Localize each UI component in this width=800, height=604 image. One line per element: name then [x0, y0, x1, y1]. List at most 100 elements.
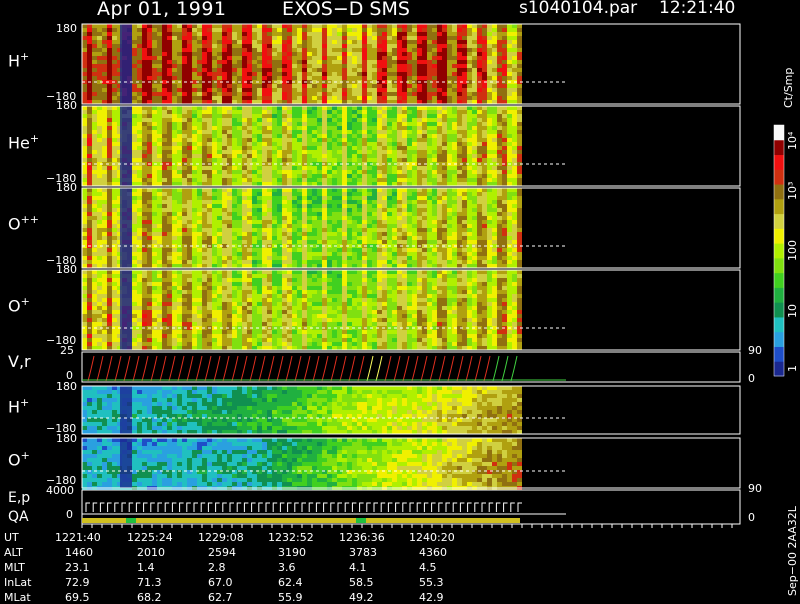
panel-2-cell [192, 182, 197, 186]
panel-3-cell [337, 200, 342, 204]
panel-1-cell [237, 84, 242, 88]
panel-2-cell [182, 150, 187, 154]
panel-2-cell [442, 142, 447, 146]
panel-2-cell [352, 142, 357, 146]
panel-3-cell [377, 204, 382, 208]
panel-2-cell [487, 166, 492, 170]
panel-2-cell [357, 134, 362, 138]
panel-2-cell [407, 178, 412, 182]
panel-2-cell [442, 146, 447, 150]
panel-1-cell [502, 60, 507, 64]
panel-3-cell [92, 240, 97, 244]
panel-3-cell [187, 192, 192, 196]
panel-2-cell [222, 166, 227, 170]
panel-2-cell [492, 130, 497, 134]
panel-3-cell [187, 220, 192, 224]
panel-2-cell [162, 182, 167, 186]
panel-2-cell [222, 130, 227, 134]
panel-1-cell [517, 32, 522, 36]
panel-1-cell [302, 44, 307, 48]
panel-3-cell [262, 232, 267, 236]
panel-3-cell [112, 208, 117, 212]
panel-2-cell [137, 170, 142, 174]
panel-3-cell [337, 224, 342, 228]
panel-3-cell [162, 200, 167, 204]
panel-3-cell [357, 236, 362, 240]
panel-1-cell [137, 52, 142, 56]
panel-2-cell [192, 158, 197, 162]
panel-3-cell [192, 196, 197, 200]
panel-2-cell [422, 126, 427, 130]
panel-2-cell [167, 142, 172, 146]
panel-1-cell [162, 56, 167, 60]
panel-1-cell [192, 92, 197, 96]
panel-2-cell [242, 142, 247, 146]
panel-2-cell [402, 142, 407, 146]
panel-2-cell [267, 150, 272, 154]
panel-2-cell [322, 166, 327, 170]
panel-1-cell [507, 52, 512, 56]
panel-1-cell [412, 76, 417, 80]
panel-3-cell [252, 256, 257, 260]
panel-1-cell [412, 24, 417, 28]
panel-3-cell [277, 236, 282, 240]
panel-1-cell [402, 76, 407, 80]
panel-1-cell [322, 56, 327, 60]
panel-2-cell [392, 166, 397, 170]
panel-2-cell [247, 170, 252, 174]
panel-1-cell [252, 64, 257, 68]
panel-3-cell [102, 196, 107, 200]
panel-1-cell [102, 92, 107, 96]
panel-1-cell [227, 32, 232, 36]
panel-2-cell [347, 126, 352, 130]
panel-1-cell [392, 76, 397, 80]
panel-2-cell [322, 146, 327, 150]
panel-1-cell [82, 28, 87, 32]
panel-2-cell [187, 158, 192, 162]
panel-1-cell [302, 36, 307, 40]
panel-1-cell [202, 64, 207, 68]
panel-2-cell [422, 134, 427, 138]
panel-1-cell [442, 48, 447, 52]
panel-2-cell [492, 126, 497, 130]
panel-2-cell [142, 166, 147, 170]
panel-2-cell [132, 154, 137, 158]
panel-1-cell [462, 36, 467, 40]
panel-2-cell [92, 138, 97, 142]
panel-3-cell [442, 252, 447, 256]
panel-3-cell [212, 224, 217, 228]
panel-2-cell [302, 158, 307, 162]
panel-3-cell [172, 260, 177, 264]
panel-1-cell [112, 64, 117, 68]
panel-3-cell [372, 248, 377, 252]
panel-3-cell [142, 252, 147, 256]
panel-3-cell [152, 208, 157, 212]
panel-1-cell [217, 92, 222, 96]
panel-1-cell [287, 68, 292, 72]
panel-2-cell [197, 154, 202, 158]
panel-2-cell [367, 146, 372, 150]
panel-2-cell [242, 138, 247, 142]
panel-2-cell [157, 114, 162, 118]
panel-3-cell [207, 256, 212, 260]
panel-1-cell [482, 24, 487, 28]
panel-2-cell [262, 114, 267, 118]
panel-1-cell [487, 52, 492, 56]
panel-1-cell [202, 72, 207, 76]
panel-3-cell [422, 208, 427, 212]
panel-1-cell [472, 24, 477, 28]
panel-3-cell [102, 192, 107, 196]
panel-2-cell [282, 106, 287, 110]
panel-1-cell [447, 56, 452, 60]
panel-2-cell [297, 146, 302, 150]
panel-3-cell [302, 192, 307, 196]
panel-2-cell [262, 138, 267, 142]
panel-1-cell [82, 72, 87, 76]
panel-1-cell [292, 76, 297, 80]
panel-2-cell [442, 122, 447, 126]
panel-2-cell [107, 170, 112, 174]
panel-3-cell [192, 192, 197, 196]
panel-2-cell [297, 166, 302, 170]
panel-2-cell [252, 142, 257, 146]
panel-3-cell [272, 208, 277, 212]
